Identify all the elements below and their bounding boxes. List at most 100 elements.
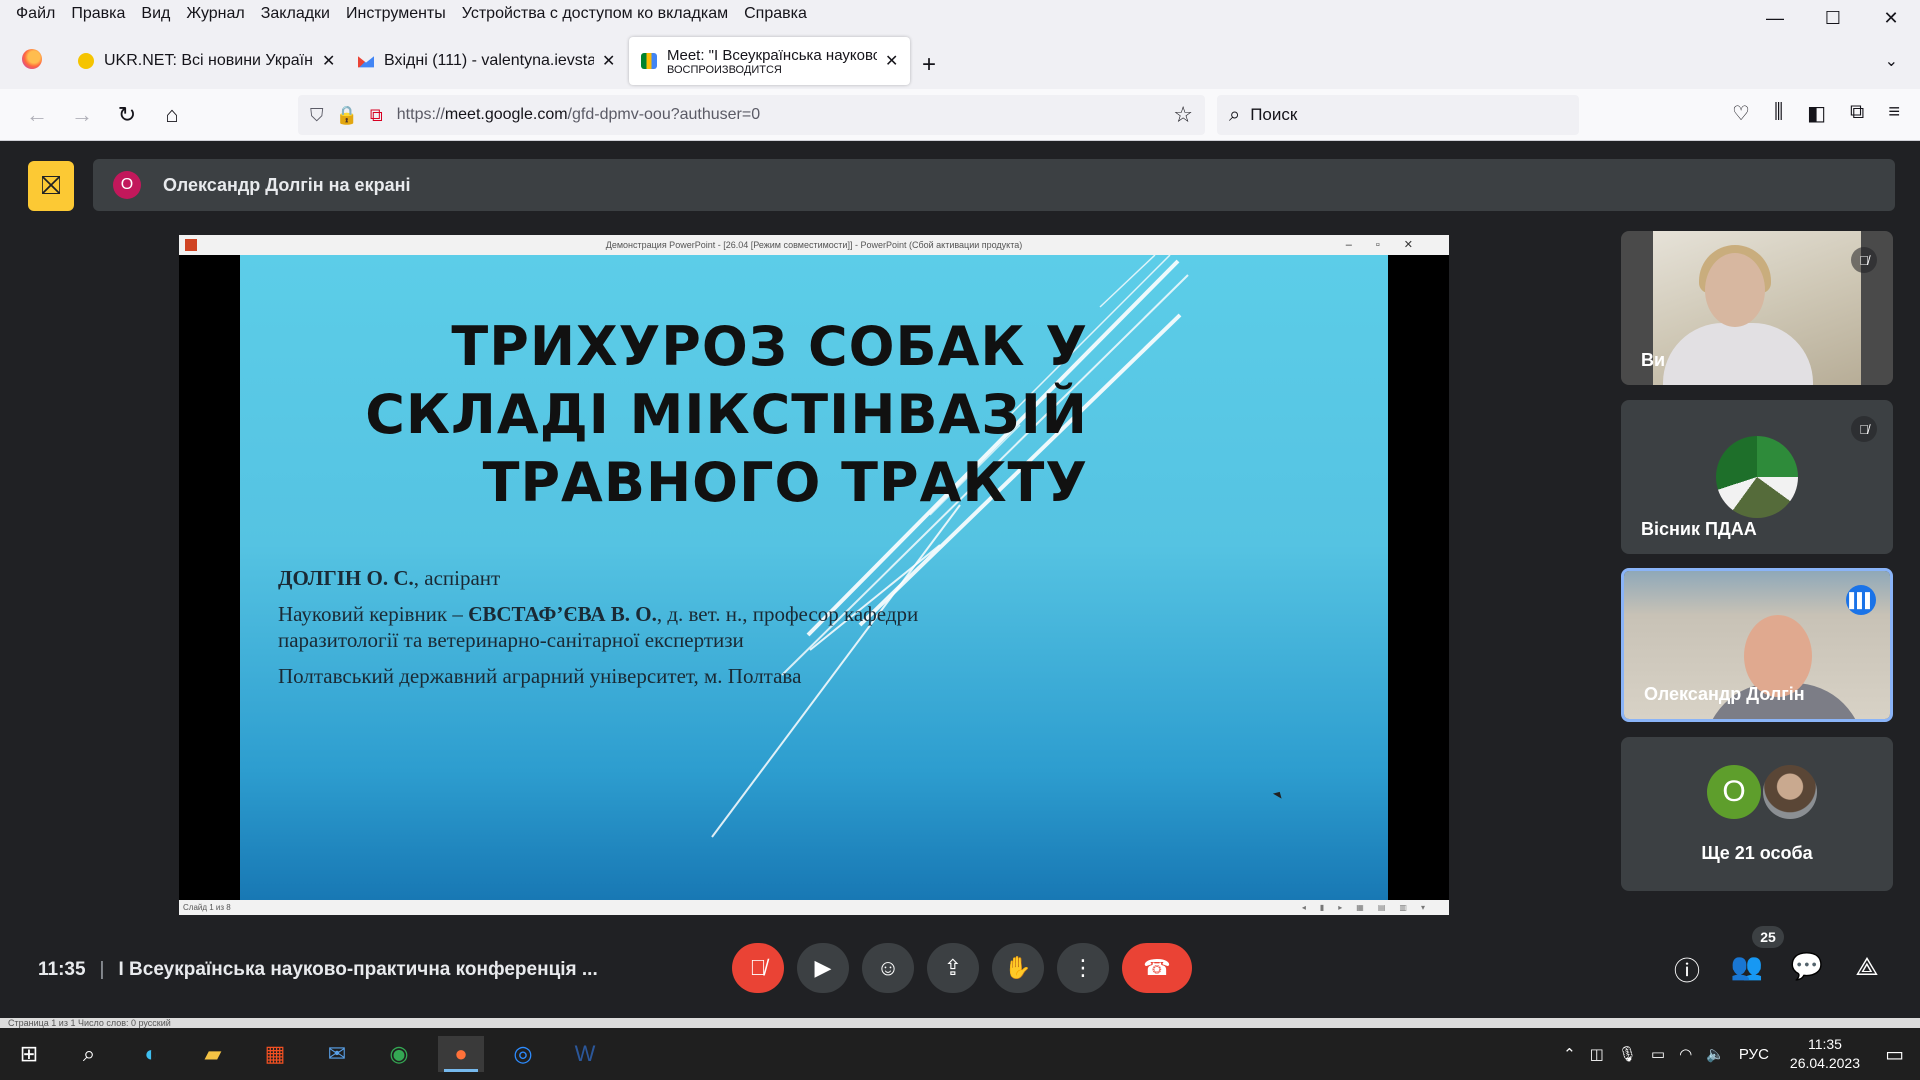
background-word-statusbar: Страница 1 из 1 Число слов: 0 русский [0, 1018, 1920, 1028]
sidebar-icon[interactable]: ◧ [1807, 101, 1826, 126]
language-indicator[interactable]: РУС [1739, 1046, 1769, 1063]
library-icon[interactable]: ⫼ [1774, 101, 1783, 126]
taskbar: ⊞ ⌕ ◐ ▰ ▦ ✉ ◉ ● ◎ W ⌃ ◫ 🎙 ▭ ◠ 🔈 РУС 11:3… [0, 1028, 1920, 1080]
people-button[interactable]: 👥 [1729, 951, 1765, 982]
chat-button[interactable]: 💬 [1789, 951, 1825, 982]
battery-icon[interactable]: ▭ [1651, 1045, 1665, 1063]
edge-icon[interactable]: ◐ [128, 1036, 174, 1072]
wifi-icon[interactable]: ◠ [1679, 1045, 1692, 1063]
search-bar[interactable]: ⌕ Поиск [1217, 95, 1579, 135]
file-explorer-icon[interactable]: ▰ [190, 1036, 236, 1072]
slide-title-line-2: СКЛАДІ МІКСТІНВАЗІЙ [365, 383, 1088, 446]
mic-toggle-button[interactable]: 🎙̸ [732, 943, 784, 993]
menu-bookmarks[interactable]: Закладки [261, 5, 330, 23]
clock[interactable]: 11:35 26.04.2023 [1790, 1035, 1860, 1073]
menu-help[interactable]: Справка [744, 5, 807, 23]
menu-history[interactable]: Журнал [186, 5, 244, 23]
show-hidden-icons[interactable]: ⌃ [1563, 1045, 1576, 1063]
participant-tile-more[interactable]: О Ще 21 особа [1621, 737, 1893, 891]
stop-presenting-icon[interactable]: ⛝ [28, 161, 74, 211]
clock-date: 26.04.2023 [1789, 1055, 1860, 1071]
notifications-icon[interactable]: ▭ [1885, 1042, 1904, 1067]
slide-body: ДОЛГІН О. С., аспірант Науковий керівник… [278, 565, 978, 699]
close-tab-icon[interactable]: ✕ [602, 51, 615, 71]
meeting-info: 11:35 | І Всеукраїнська науково-практичн… [38, 959, 598, 981]
hang-up-icon: ☎ [1143, 955, 1171, 980]
home-button[interactable]: ⌂ [159, 102, 185, 128]
speaking-indicator-icon: ▌▌▌ [1846, 585, 1876, 615]
firefox-icon[interactable] [22, 49, 42, 69]
firefox-taskbar-icon[interactable]: ● [438, 1036, 484, 1072]
close-tab-icon[interactable]: ✕ [322, 51, 335, 71]
menu-tools[interactable]: Инструменты [346, 5, 446, 23]
extensions-icon[interactable]: ⧉ [1850, 101, 1864, 126]
meet-area: ⛝ О Олександр Долгін на екрані Демонстра… [8, 141, 1912, 1018]
new-tab-button[interactable]: + [922, 51, 936, 79]
menu-edit[interactable]: Правка [71, 5, 125, 23]
tab-title: UKR.NET: Всі новини України, с [104, 52, 314, 69]
url-text[interactable]: https://meet.google.com/gfd-dpmv-oou?aut… [397, 106, 760, 124]
slide: ТРИХУРОЗ СОБАК У СКЛАДІ МІКСТІНВАЗІЙ ТРА… [240, 255, 1388, 900]
menu-icon[interactable]: ≡ [1888, 101, 1900, 126]
participant-tile-you[interactable]: 🎙̸ Ви [1621, 231, 1893, 385]
powerpoint-window-title: Демонстрация PowerPoint - [26.04 [Режим … [605, 240, 1023, 250]
url-bar[interactable]: ⛉ 🔒 ⧉ https://meet.google.com/gfd-dpmv-o… [298, 95, 1205, 135]
tab-meet[interactable]: Meet: "І Всеукраїнська науково ВОСПРОИЗВ… [629, 37, 911, 85]
slide-title-line-3: ТРАВНОГО ТРАКТУ [482, 451, 1088, 514]
clock-time: 11:35 [1807, 1036, 1842, 1052]
volume-icon[interactable]: 🔈 [1706, 1045, 1725, 1063]
shield-icon[interactable]: ⛉ [310, 105, 324, 126]
meet-icon [641, 53, 657, 69]
menu-synced-tabs[interactable]: Устройства с доступом ко вкладкам [462, 5, 728, 23]
menu-view[interactable]: Вид [141, 5, 170, 23]
tab-gmail[interactable]: Вхідні (111) - valentyna.ievstafie ✕ [346, 39, 627, 83]
presenter-avatar: О [113, 171, 141, 199]
activities-icon: ⟁ [1855, 951, 1879, 981]
shared-screen: Демонстрация PowerPoint - [26.04 [Режим … [179, 235, 1449, 915]
meeting-details-button[interactable]: ⓘ [1669, 951, 1705, 988]
chrome-icon[interactable]: ◉ [376, 1036, 422, 1072]
present-button[interactable]: ⇪ [927, 943, 979, 993]
pocket-icon[interactable]: ♡ [1732, 101, 1750, 126]
reload-button[interactable]: ↻ [114, 102, 140, 128]
camera-tray-icon[interactable]: ◫ [1590, 1045, 1604, 1063]
permissions-icon[interactable]: ⧉ [370, 105, 383, 126]
more-options-button[interactable]: ⋮ [1057, 943, 1109, 993]
zoom-icon[interactable]: ◎ [500, 1036, 546, 1072]
emoji-icon: ☺ [876, 955, 900, 980]
mail-icon[interactable]: ✉ [314, 1036, 360, 1072]
slide-title: ТРИХУРОЗ СОБАК У СКЛАДІ МІКСТІНВАЗІЙ ТРА… [268, 313, 1088, 517]
reactions-button[interactable]: ☺ [862, 943, 914, 993]
meeting-title: І Всеукраїнська науково-практична конфер… [118, 959, 598, 980]
microsoft-store-icon[interactable]: ▦ [252, 1036, 298, 1072]
slide-university: Полтавський державний аграрний університ… [278, 664, 802, 688]
close-tab-icon[interactable]: ✕ [885, 51, 898, 71]
tab-strip: UKR.NET: Всі новини України, с ✕ Вхідні … [0, 27, 1920, 89]
people-count-badge: 25 [1752, 926, 1784, 948]
activities-button[interactable]: ⟁ [1849, 951, 1885, 983]
start-windows-icon[interactable]: ⊞ [6, 1036, 52, 1072]
hand-icon: ✋ [1004, 955, 1032, 980]
bookmark-star-icon[interactable]: ☆ [1173, 102, 1193, 128]
mic-off-icon: 🎙̸ [749, 955, 767, 980]
menu-file[interactable]: Файл [16, 5, 55, 23]
ukrnet-icon [78, 53, 94, 69]
participant-tile-visnyk[interactable]: 🎙̸ Вісник ПДАА [1621, 400, 1893, 554]
participant-name: Олександр Долгін [1644, 684, 1805, 704]
participant-tile-presenter[interactable]: ▌▌▌ Олександр Долгін [1621, 568, 1893, 722]
microphone-tray-icon[interactable]: 🎙 [1618, 1045, 1637, 1063]
list-all-tabs-button[interactable]: ⌄ [1885, 51, 1898, 71]
leave-call-button[interactable]: ☎ [1122, 943, 1192, 993]
gmail-icon [358, 56, 374, 68]
video-feed [1653, 231, 1861, 385]
powerpoint-window-controls: –▫✕ [1345, 239, 1437, 251]
lock-icon[interactable]: 🔒 [336, 105, 358, 126]
camera-toggle-button[interactable]: ▶ [797, 943, 849, 993]
tab-ukrnet[interactable]: UKR.NET: Всі новини України, с ✕ [66, 39, 347, 83]
raise-hand-button[interactable]: ✋ [992, 943, 1044, 993]
search-icon[interactable]: ⌕ [66, 1036, 112, 1072]
toolbar-icons: ♡ ⫼ ◧ ⧉ ≡ [1732, 101, 1900, 126]
word-icon[interactable]: W [562, 1036, 608, 1072]
back-button[interactable]: ← [24, 102, 50, 128]
forward-button[interactable]: → [69, 102, 95, 128]
